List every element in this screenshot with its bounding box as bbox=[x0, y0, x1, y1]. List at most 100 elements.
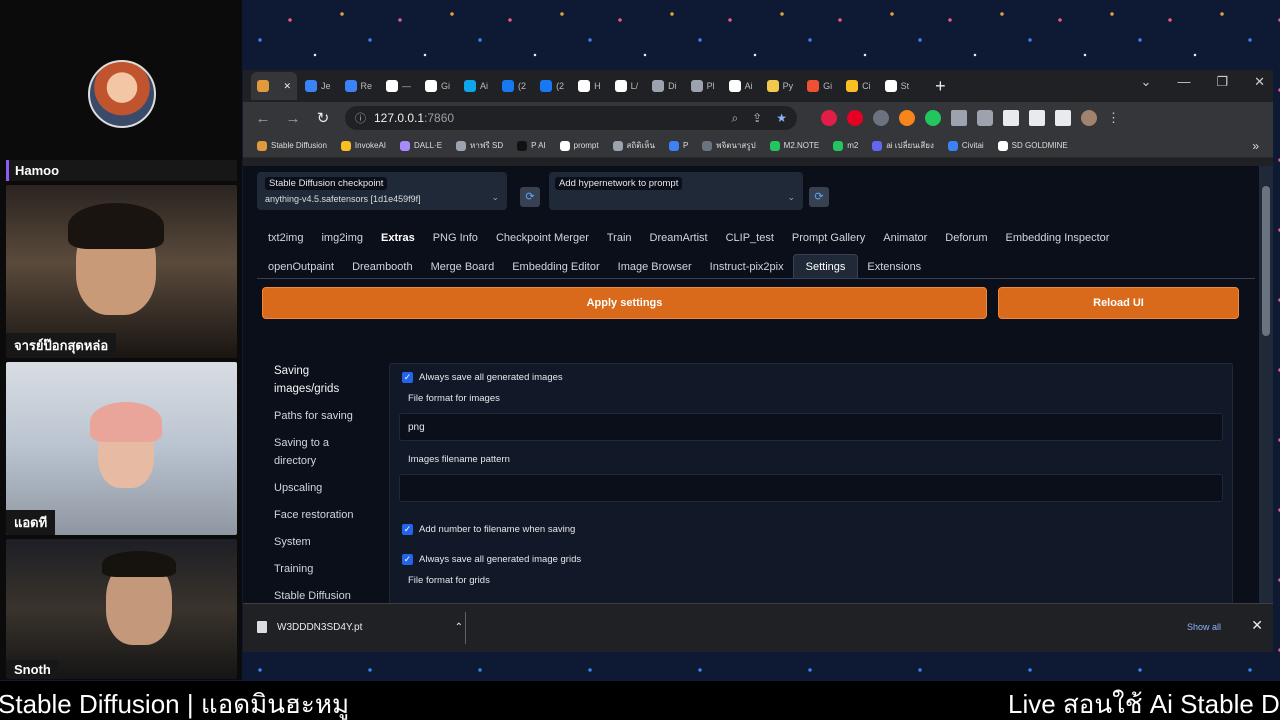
browser-tab[interactable]: Ai bbox=[723, 72, 759, 100]
share-icon[interactable]: ⇪ bbox=[752, 111, 762, 126]
tab-extensions[interactable]: Extensions bbox=[858, 261, 930, 273]
puzzle-icon[interactable] bbox=[1003, 110, 1019, 126]
settings-nav-item[interactable]: Upscaling bbox=[274, 479, 374, 497]
browser-tab[interactable]: Gi bbox=[419, 72, 456, 100]
bookmark-item[interactable]: Stable Diffusion bbox=[257, 140, 327, 151]
browser-tab[interactable]: Pl bbox=[685, 72, 721, 100]
add-number-row[interactable]: ✓ Add number to filename when saving bbox=[402, 524, 575, 535]
tab-search-icon[interactable]: ⌄ bbox=[1141, 74, 1152, 90]
tab-png-info[interactable]: PNG Info bbox=[424, 232, 487, 244]
tab-txt2img[interactable]: txt2img bbox=[261, 232, 312, 244]
browser-tab[interactable]: ✕ bbox=[251, 72, 297, 100]
tab-clip-test[interactable]: CLIP_test bbox=[717, 232, 783, 244]
tab-dreambooth[interactable]: Dreambooth bbox=[343, 261, 422, 273]
bookmark-item[interactable]: ai เปลี่ยนเสียง bbox=[872, 139, 934, 152]
apply-settings-button[interactable]: Apply settings bbox=[262, 287, 987, 319]
bookmark-item[interactable]: prompt bbox=[559, 140, 599, 151]
minimize-button[interactable]: — bbox=[1177, 74, 1190, 90]
bookmark-item[interactable]: สถิติเห็น bbox=[612, 139, 655, 152]
tab-dreamartist[interactable]: DreamArtist bbox=[641, 232, 717, 244]
always-save-grids-row[interactable]: ✓ Always save all generated image grids bbox=[402, 554, 581, 565]
browser-tab[interactable]: Di bbox=[646, 72, 683, 100]
settings-nav-item[interactable]: Saving to a directory bbox=[274, 434, 374, 470]
tab-merge-board[interactable]: Merge Board bbox=[422, 261, 504, 273]
settings-nav-item[interactable]: Saving images/grids bbox=[274, 362, 374, 398]
tab-deforum[interactable]: Deforum bbox=[936, 232, 996, 244]
browser-tab[interactable]: Py bbox=[761, 72, 800, 100]
close-tab-icon[interactable]: ✕ bbox=[283, 81, 291, 92]
extension-icon[interactable] bbox=[821, 110, 837, 126]
camera-icon[interactable] bbox=[977, 110, 993, 126]
settings-nav-item[interactable]: Training bbox=[274, 560, 374, 578]
settings-nav-item[interactable]: Paths for saving bbox=[274, 407, 374, 425]
tab-embedding-inspector[interactable]: Embedding Inspector bbox=[996, 232, 1118, 244]
always-save-images-row[interactable]: ✓ Always save all generated images bbox=[402, 372, 563, 383]
browser-tab[interactable]: (2 bbox=[496, 72, 532, 100]
sidebar-icon[interactable] bbox=[1055, 110, 1071, 126]
checkpoint-dropdown[interactable]: Stable Diffusion checkpoint anything-v4.… bbox=[257, 172, 507, 210]
close-window-button[interactable]: ✕ bbox=[1254, 74, 1265, 90]
bookmark-item[interactable]: P AI bbox=[517, 140, 546, 151]
settings-nav-item[interactable]: Stable Diffusion bbox=[274, 587, 374, 603]
bookmark-item[interactable]: พจิตนาสรูป bbox=[702, 139, 756, 152]
qr-icon[interactable] bbox=[951, 110, 967, 126]
back-button[interactable]: ← bbox=[255, 110, 271, 127]
tab-train[interactable]: Train bbox=[598, 232, 641, 244]
reading-list-icon[interactable] bbox=[1029, 110, 1045, 126]
browser-tab[interactable]: H bbox=[572, 72, 607, 100]
checkbox-checked-icon[interactable]: ✓ bbox=[402, 554, 413, 565]
page-scrollbar[interactable] bbox=[1259, 166, 1273, 603]
settings-nav-item[interactable]: Face restoration bbox=[274, 506, 374, 524]
maximize-button[interactable]: ❐ bbox=[1216, 74, 1228, 90]
site-info-icon[interactable]: ⓘ bbox=[355, 110, 366, 126]
tab-animator[interactable]: Animator bbox=[874, 232, 936, 244]
browser-tab[interactable]: St bbox=[879, 72, 916, 100]
browser-tab[interactable]: Ai bbox=[458, 72, 494, 100]
browser-tab[interactable]: (2 bbox=[534, 72, 570, 100]
url-field[interactable]: ⓘ 127.0.0.1:7860 ⌕ ⇪ ★ bbox=[345, 106, 797, 130]
menu-dots-icon[interactable]: ⋮ bbox=[1107, 110, 1120, 126]
bookmark-item[interactable]: หาฟรี SD bbox=[456, 139, 503, 152]
browser-tab[interactable]: L/ bbox=[609, 72, 645, 100]
show-all-link[interactable]: Show all bbox=[1187, 622, 1221, 632]
browser-tab[interactable]: Re bbox=[339, 72, 379, 100]
tab-img2img[interactable]: img2img bbox=[312, 232, 372, 244]
pinterest-icon[interactable] bbox=[847, 110, 863, 126]
checkbox-checked-icon[interactable]: ✓ bbox=[402, 372, 413, 383]
bookmark-item[interactable]: P bbox=[668, 140, 688, 151]
tab-instruct-pix2pix[interactable]: Instruct-pix2pix bbox=[701, 261, 793, 273]
bookmark-item[interactable]: M2.NOTE bbox=[769, 140, 819, 151]
bookmark-item[interactable]: InvokeAI bbox=[340, 140, 386, 151]
browser-tab[interactable]: Ci bbox=[840, 72, 877, 100]
refresh-checkpoint-button[interactable]: ⟳ bbox=[520, 187, 540, 207]
checkbox-checked-icon[interactable]: ✓ bbox=[402, 524, 413, 535]
metamask-icon[interactable] bbox=[899, 110, 915, 126]
browser-tab[interactable]: — bbox=[380, 72, 417, 100]
hypernetwork-dropdown[interactable]: Add hypernetwork to prompt ⌄ bbox=[549, 172, 803, 210]
close-download-bar-icon[interactable]: ✕ bbox=[1251, 617, 1263, 634]
zoom-icon[interactable]: ⌕ bbox=[731, 111, 738, 126]
new-tab-button[interactable]: + bbox=[935, 76, 946, 97]
filename-pattern-input[interactable] bbox=[399, 474, 1223, 502]
file-format-images-input[interactable]: png bbox=[399, 413, 1223, 441]
refresh-hypernetwork-button[interactable]: ⟳ bbox=[809, 187, 829, 207]
tab-checkpoint-merger[interactable]: Checkpoint Merger bbox=[487, 232, 598, 244]
chevron-up-icon[interactable]: ⌃ bbox=[455, 622, 463, 633]
bookmark-item[interactable]: Civitai bbox=[947, 140, 984, 151]
scrollbar-thumb[interactable] bbox=[1262, 186, 1270, 336]
reload-ui-button[interactable]: Reload UI bbox=[998, 287, 1239, 319]
bookmark-star-icon[interactable]: ★ bbox=[776, 111, 787, 126]
tab-image-browser[interactable]: Image Browser bbox=[609, 261, 701, 273]
reload-button[interactable]: ↻ bbox=[315, 109, 331, 127]
bookmark-item[interactable]: DALL·E bbox=[400, 140, 442, 151]
browser-tab[interactable]: Je bbox=[299, 72, 337, 100]
tab-prompt-gallery[interactable]: Prompt Gallery bbox=[783, 232, 874, 244]
extension-icon[interactable] bbox=[925, 110, 941, 126]
download-item[interactable]: W3DDDN3SD4Y.pt ⌃ bbox=[257, 614, 463, 640]
settings-nav-item[interactable]: System bbox=[274, 533, 374, 551]
tab-embedding-editor[interactable]: Embedding Editor bbox=[503, 261, 608, 273]
forward-button[interactable]: → bbox=[285, 110, 301, 127]
tab-extras[interactable]: Extras bbox=[372, 232, 424, 244]
bookmarks-overflow-icon[interactable]: » bbox=[1252, 139, 1259, 153]
bookmark-item[interactable]: m2 bbox=[833, 140, 858, 151]
